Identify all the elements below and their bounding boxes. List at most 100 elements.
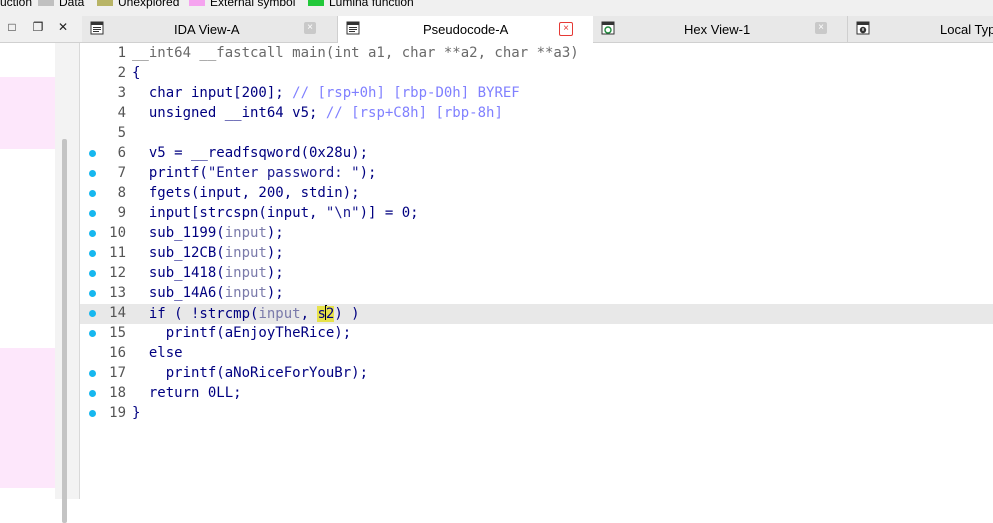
breakpoint-dot-icon[interactable] (89, 410, 96, 417)
breakpoint-dot-icon[interactable] (89, 370, 96, 377)
code-token: input (224, 225, 267, 241)
close-tab-icon[interactable]: × (559, 22, 573, 36)
tab-local-types[interactable]: Local Typ (848, 16, 993, 42)
close-tab-icon[interactable]: × (815, 22, 827, 34)
code-token: if ( !strcmp( (132, 306, 259, 322)
tab-pseudocode-a[interactable]: Pseudocode-A × (337, 16, 594, 43)
legend-label: Data (59, 0, 85, 9)
restore-icon[interactable]: ❐ (31, 20, 45, 34)
line-number: 7 (117, 165, 126, 181)
code-token: __int64 __fastcall main(int a1, char **a… (132, 45, 579, 61)
code-line[interactable]: 12 sub_1418(input); (80, 264, 993, 284)
code-line[interactable]: 8 fgets(input, 200, stdin); (80, 184, 993, 204)
code-line[interactable]: 5 (80, 124, 993, 144)
code-token: printf(aEnjoyTheRice); (132, 325, 352, 341)
code-line[interactable]: 10 sub_1199(input); (80, 224, 993, 244)
code-line[interactable]: 17 printf(aNoRiceForYouBr); (80, 364, 993, 384)
pseudocode-editor[interactable]: 1 __int64 __fastcall main(int a1, char **… (80, 43, 993, 499)
code-line[interactable]: 13 sub_14A6(input); (80, 284, 993, 304)
code-text: printf(aEnjoyTheRice); (132, 325, 351, 341)
breakpoint-dot-icon[interactable] (89, 290, 96, 297)
code-token: return 0LL; (132, 385, 242, 401)
code-token: printf( (132, 165, 208, 181)
code-line[interactable]: 15 printf(aEnjoyTheRice); (80, 324, 993, 344)
function-list-column[interactable] (0, 43, 55, 499)
line-number: 18 (109, 385, 126, 401)
hex-view-icon (601, 21, 615, 35)
code-text: __int64 __fastcall main(int a1, char **a… (132, 45, 579, 61)
code-token: input (224, 245, 267, 261)
line-number: 9 (117, 205, 126, 221)
line-number: 17 (109, 365, 126, 381)
code-text: return 0LL; (132, 385, 242, 401)
code-token: char input[200]; (132, 85, 293, 101)
code-text: unsigned __int64 v5; // [rsp+C8h] [rbp-8… (132, 105, 503, 121)
code-text: else (132, 345, 183, 361)
code-line[interactable]: 14 if ( !strcmp(input, s2) ) (80, 304, 993, 324)
local-types-icon (856, 21, 870, 35)
code-line[interactable]: 19} (80, 404, 993, 424)
line-number: 1 (117, 45, 126, 61)
legend-swatch-data (38, 0, 54, 6)
ida-view-icon (90, 21, 104, 35)
breakpoint-dot-icon[interactable] (89, 190, 96, 197)
breakpoint-dot-icon[interactable] (89, 390, 96, 397)
code-token: // [rsp+C8h] [rbp-8h] (325, 105, 503, 121)
code-line[interactable]: 11 sub_12CB(input); (80, 244, 993, 264)
tab-hex-view-1[interactable]: Hex View-1 × (593, 16, 848, 42)
code-token: ); (266, 265, 284, 281)
legend-item-data: Data (38, 0, 84, 9)
code-line[interactable]: 18 return 0LL; (80, 384, 993, 404)
breakpoint-dot-icon[interactable] (89, 310, 96, 317)
code-line[interactable]: 16 else (80, 344, 993, 364)
code-line[interactable]: 2{ (80, 64, 993, 84)
breakpoint-dot-icon[interactable] (89, 230, 96, 237)
line-number: 2 (117, 65, 126, 81)
code-token: sub_14A6( (132, 285, 225, 301)
code-line[interactable]: 3 char input[200]; // [rsp+0h] [rbp-D0h]… (80, 84, 993, 104)
breakpoint-dot-icon[interactable] (89, 270, 96, 277)
line-number: 10 (109, 225, 126, 241)
tab-ida-view-a[interactable]: IDA View-A × (82, 16, 338, 42)
tab-label: Local Typ (940, 22, 993, 37)
line-number: 6 (117, 145, 126, 161)
close-panel-icon[interactable]: ✕ (56, 20, 70, 34)
code-token: )] = 0; (359, 205, 419, 221)
code-line[interactable]: 4 unsigned __int64 v5; // [rsp+C8h] [rbp… (80, 104, 993, 124)
code-text: { (132, 65, 140, 81)
legend-label: Unexplored (118, 0, 180, 9)
pseudocode-icon (346, 21, 360, 35)
code-line[interactable]: 7 printf("Enter password: "); (80, 164, 993, 184)
line-number: 14 (109, 305, 126, 321)
legend-item-unexplored: Unexplored (97, 0, 179, 9)
legend-label: uction (0, 0, 33, 9)
maximize-icon[interactable]: □ (5, 20, 19, 34)
code-text: printf("Enter password: "); (132, 165, 377, 181)
code-token: input[strcspn(input, (132, 205, 326, 221)
code-token: ); (359, 165, 377, 181)
code-line[interactable]: 6 v5 = __readfsqword(0x28u); (80, 144, 993, 164)
code-text: sub_12CB(input); (132, 245, 284, 261)
code-token: printf(aNoRiceForYouBr); (132, 365, 369, 381)
breakpoint-dot-icon[interactable] (89, 210, 96, 217)
code-line[interactable]: 1 __int64 __fastcall main(int a1, char **… (80, 44, 993, 64)
vertical-scrollbar[interactable] (62, 139, 67, 523)
external-symbol-band (0, 348, 55, 488)
breakpoint-dot-icon[interactable] (89, 250, 96, 257)
code-text: } (132, 405, 140, 421)
breakpoint-dot-icon[interactable] (89, 150, 96, 157)
tab-label: Hex View-1 (684, 22, 751, 37)
code-token: fgets(input, 200, stdin); (132, 185, 360, 201)
close-tab-icon[interactable]: × (304, 22, 316, 34)
breakpoint-dot-icon[interactable] (89, 330, 96, 337)
line-number: 13 (109, 285, 126, 301)
code-token: unsigned __int64 v5; (132, 105, 326, 121)
code-text: fgets(input, 200, stdin); (132, 185, 360, 201)
code-token: else (132, 345, 183, 361)
code-token: sub_1199( (132, 225, 225, 241)
legend-item-external-symbol: External symbol (189, 0, 295, 9)
code-token: input (258, 306, 301, 322)
code-line[interactable]: 9 input[strcspn(input, "\n")] = 0; (80, 204, 993, 224)
breakpoint-dot-icon[interactable] (89, 170, 96, 177)
code-token: sub_1418( (132, 265, 225, 281)
